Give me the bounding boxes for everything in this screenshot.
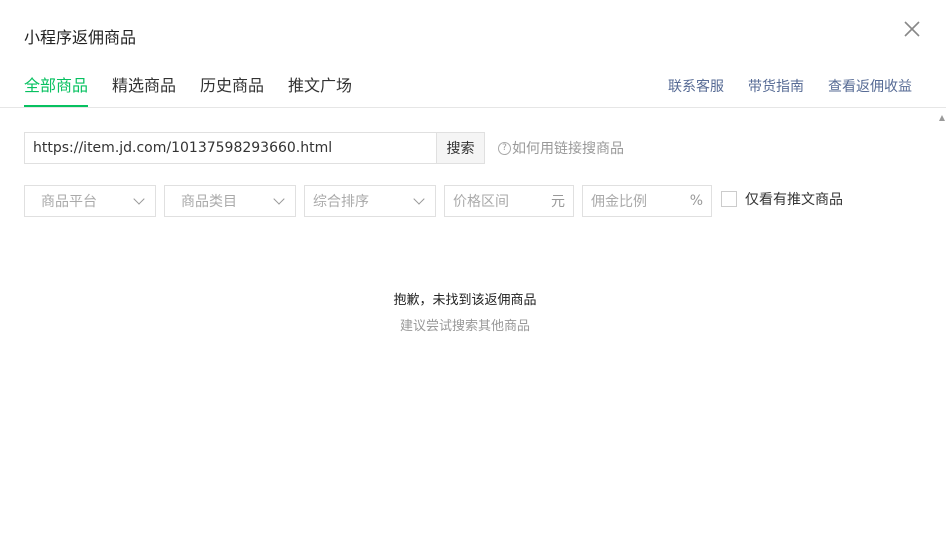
sort-select[interactable]: 综合排序 — [304, 185, 436, 217]
commission-ratio-input[interactable]: 佣金比例 % — [582, 185, 712, 217]
scroll-up-arrow-icon[interactable] — [939, 115, 945, 121]
filter-row: 商品平台 商品类目 综合排序 价格区间 元 佣金比例 % 仅看有推文商品 — [24, 185, 843, 217]
chevron-down-icon — [133, 193, 145, 205]
only-articles-checkbox[interactable] — [721, 191, 737, 207]
chevron-down-icon — [273, 193, 285, 205]
tab-article-plaza[interactable]: 推文广场 — [288, 74, 352, 108]
price-range-placeholder: 价格区间 — [453, 194, 509, 210]
platform-select[interactable]: 商品平台 — [24, 185, 156, 217]
price-range-input[interactable]: 价格区间 元 — [444, 185, 574, 217]
view-earnings-link[interactable]: 查看返佣收益 — [828, 78, 912, 96]
only-articles-label: 仅看有推文商品 — [745, 192, 843, 208]
price-unit: 元 — [551, 194, 565, 210]
header-divider — [0, 107, 946, 108]
dialog-title: 小程序返佣商品 — [24, 28, 137, 47]
tab-all-products[interactable]: 全部商品 — [24, 74, 89, 108]
search-row: 搜索 ? 如何用链接搜商品 — [24, 132, 624, 164]
chevron-down-icon — [413, 193, 425, 205]
search-button[interactable]: 搜索 — [436, 132, 485, 164]
close-icon[interactable] — [900, 17, 924, 41]
scrollbar[interactable] — [938, 108, 946, 542]
tab-bar: 全部商品 精选商品 历史商品 推文广场 — [24, 74, 376, 108]
tab-selected-products[interactable]: 精选商品 — [112, 74, 176, 108]
empty-state-subtitle: 建议尝试搜索其他商品 — [399, 319, 530, 334]
commission-placeholder: 佣金比例 — [591, 194, 647, 210]
selling-guide-link[interactable]: 带货指南 — [748, 78, 804, 96]
question-icon: ? — [498, 141, 511, 155]
link-search-help[interactable]: ? 如何用链接搜商品 — [498, 138, 624, 158]
commission-unit: % — [689, 193, 703, 209]
platform-select-label: 商品平台 — [41, 194, 97, 210]
category-select-label: 商品类目 — [181, 194, 237, 210]
empty-state-title: 抱歉，未找到该返佣商品 — [393, 293, 537, 308]
header-links: 联系客服 带货指南 查看返佣收益 — [644, 78, 912, 96]
contact-support-link[interactable]: 联系客服 — [668, 78, 724, 96]
category-select[interactable]: 商品类目 — [164, 185, 296, 217]
sort-select-label: 综合排序 — [313, 194, 369, 210]
tab-history-products[interactable]: 历史商品 — [200, 74, 264, 108]
search-input[interactable] — [24, 132, 436, 164]
only-articles-toggle[interactable]: 仅看有推文商品 — [721, 189, 843, 209]
help-label: 如何用链接搜商品 — [512, 141, 624, 157]
